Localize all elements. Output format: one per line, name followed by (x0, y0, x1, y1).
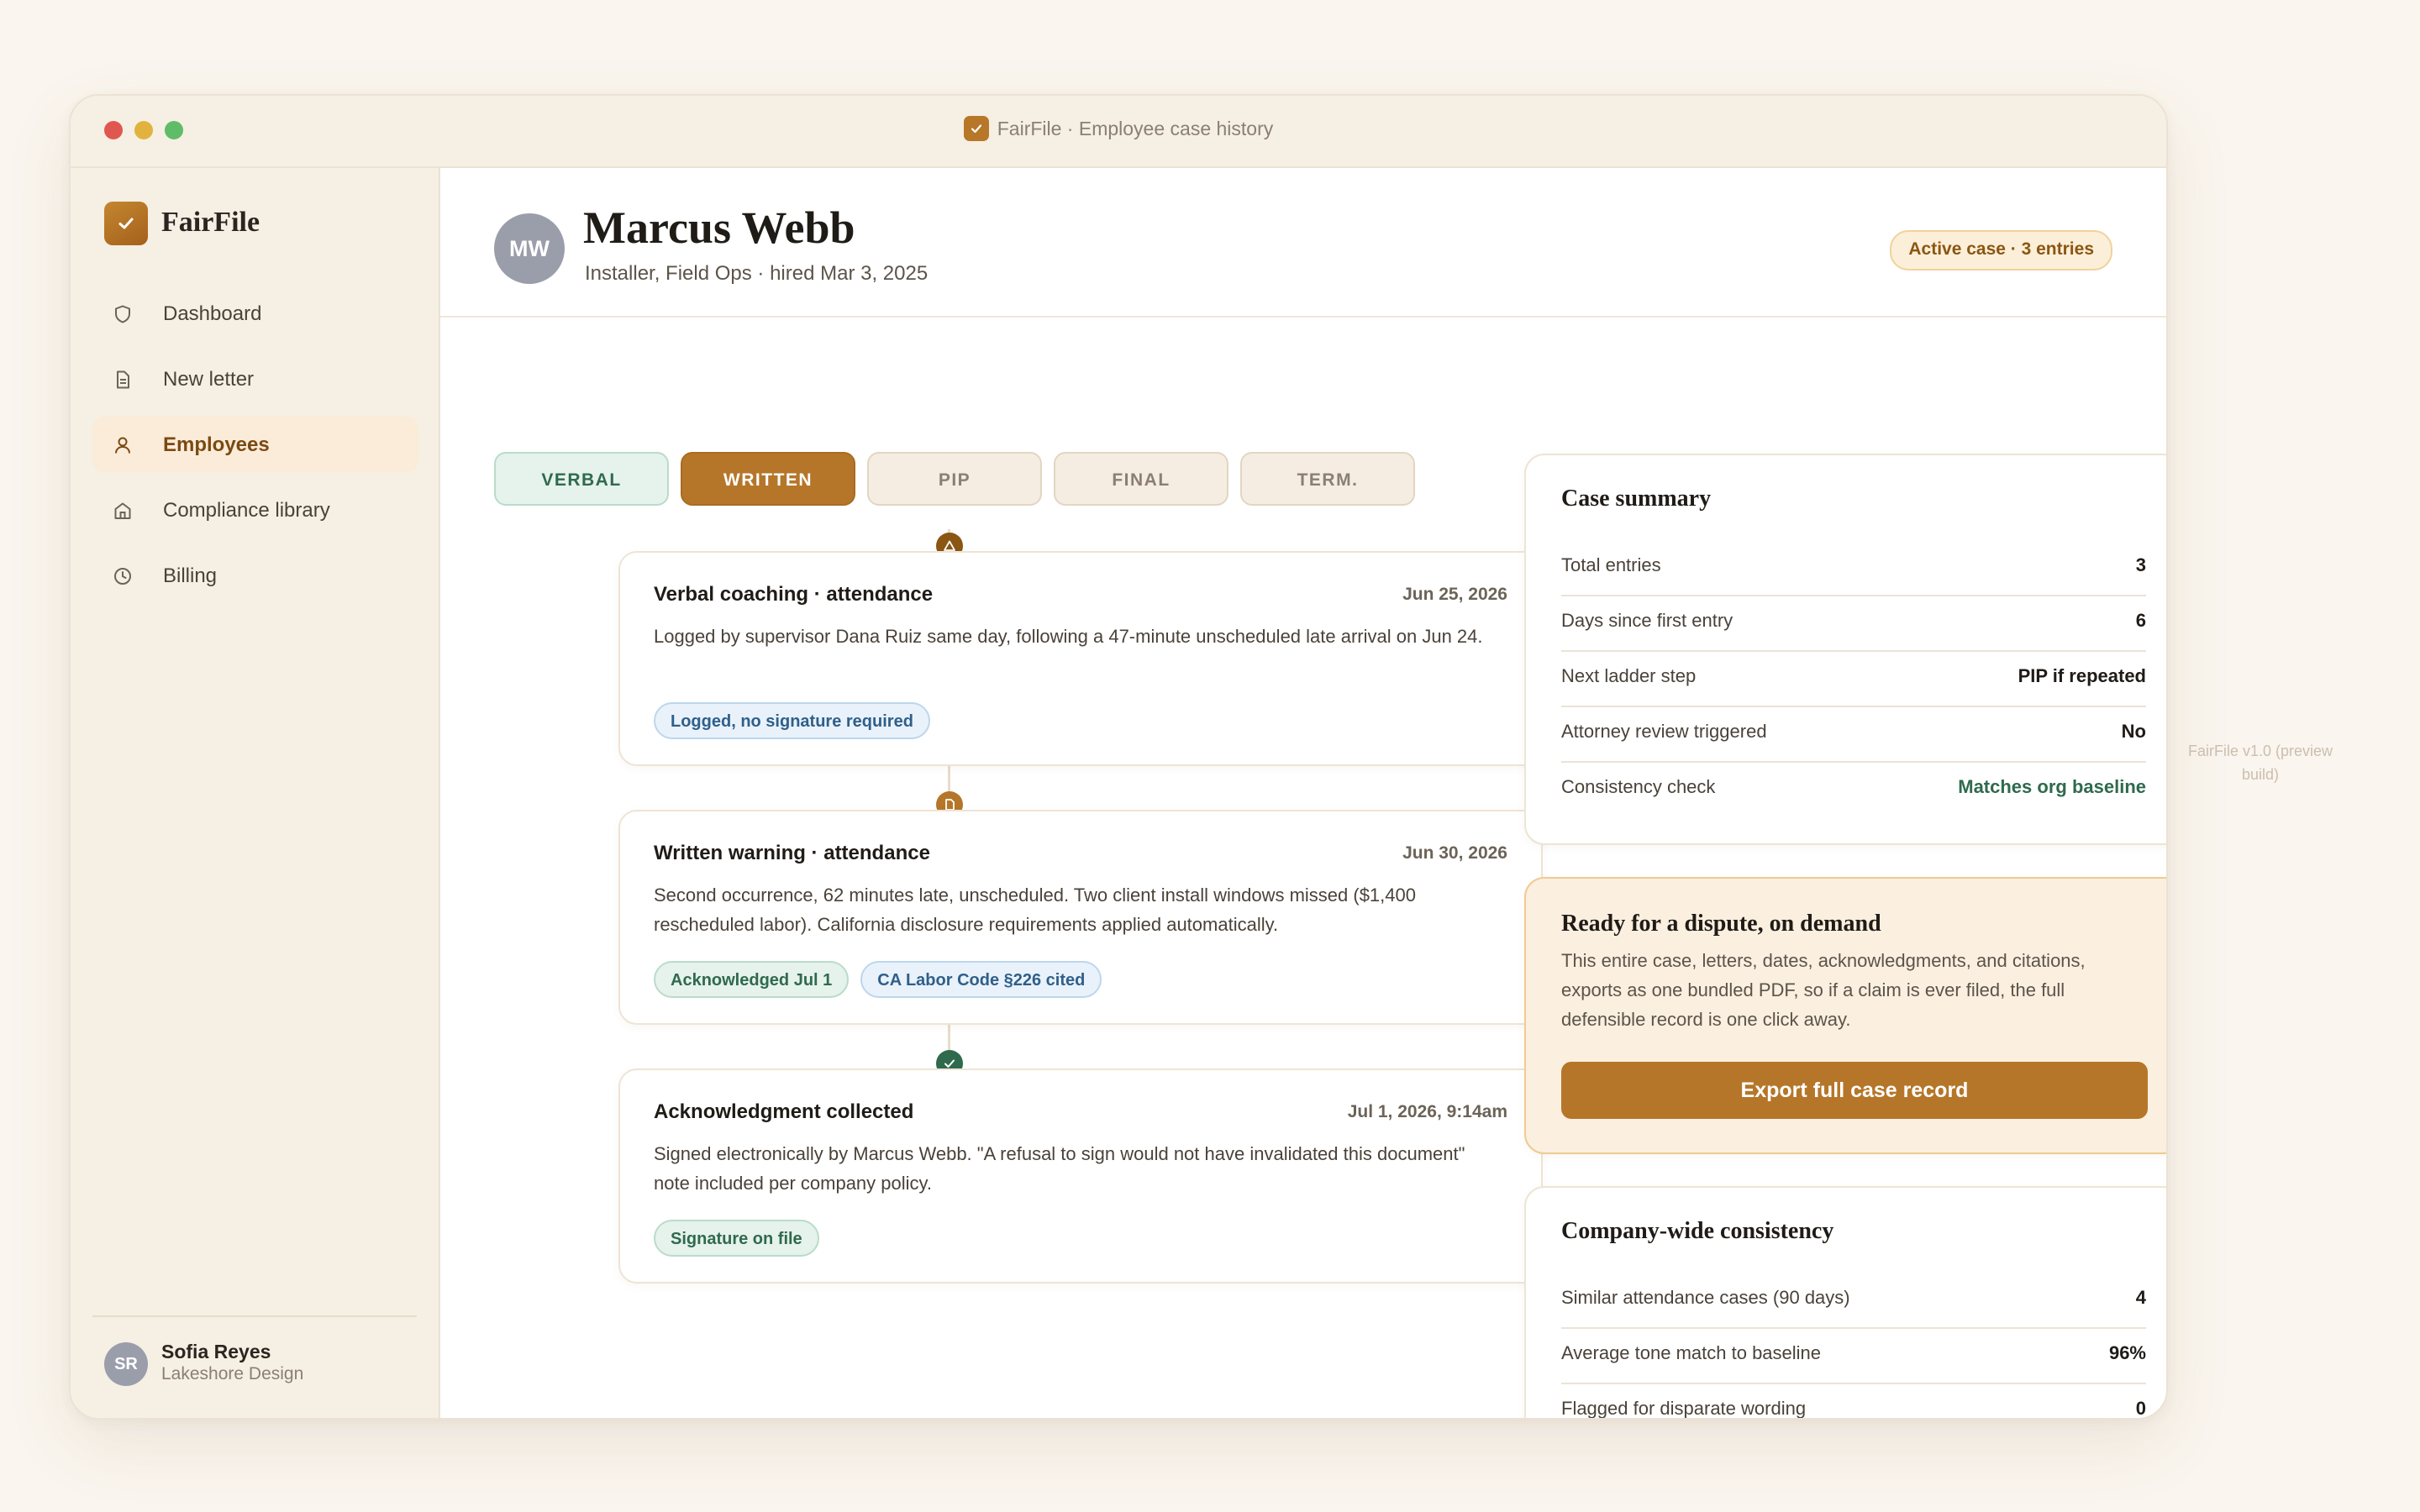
page-title: Marcus Webb (583, 202, 855, 253)
entry-description: Logged by supervisor Dana Ruiz same day,… (654, 626, 1483, 647)
consistency-rows: Similar attendance cases (90 days) 4 Ave… (1561, 1273, 2146, 1419)
entry-tag: CA Labor Code §226 cited (860, 961, 1102, 998)
row-label: Attorney review triggered (1561, 721, 1767, 742)
row-label: Days since first entry (1561, 610, 1733, 631)
employee-header: MW Marcus Webb Installer, Field Ops · hi… (440, 168, 2166, 318)
case-summary-panel: Case summary Total entries 3 Days since … (1524, 454, 2166, 845)
user-org: Lakeshore Design (161, 1364, 304, 1383)
app-window: FairFile · Employee case history FairFil… (69, 94, 2168, 1420)
sidebar-item-billing[interactable]: Billing (92, 548, 418, 603)
consistency-row: Average tone match to baseline 96% (1561, 1329, 2146, 1384)
entry-title: Verbal coaching · attendance (654, 583, 934, 606)
row-value: 96% (2108, 1342, 2146, 1363)
sidebar: FairFile Dashboard New letter Employees (71, 168, 440, 1418)
row-label: Total entries (1561, 554, 1661, 575)
summary-row: Total entries 3 (1561, 541, 2146, 596)
sidebar-nav: Dashboard New letter Employees Complianc… (92, 286, 418, 613)
window-title-text: FairFile · Employee case history (997, 118, 1274, 140)
sidebar-item-label: Billing (163, 564, 218, 587)
panel-title: Company-wide consistency (1561, 1218, 1834, 1244)
entry-tag: Acknowledged Jul 1 (654, 961, 850, 998)
row-value: No (2121, 721, 2146, 742)
summary-row: Next ladder step PIP if repeated (1561, 652, 2146, 707)
sidebar-item-label: Dashboard (163, 302, 262, 325)
consistency-row: Similar attendance cases (90 days) 4 (1561, 1273, 2146, 1329)
row-label: Next ladder step (1561, 665, 1697, 686)
ladder-step-verbal[interactable]: VERBAL (494, 452, 669, 506)
brand-name: FairFile (161, 207, 260, 238)
consistency-panel: Company-wide consistency Similar attenda… (1524, 1186, 2166, 1419)
current-user[interactable]: SR Sofia Reyes Lakeshore Design (104, 1339, 407, 1386)
timeline-entry[interactable]: Verbal coaching · attendance Jun 25, 202… (618, 551, 1543, 766)
ladder-step-final[interactable]: FINAL (1054, 452, 1228, 506)
summary-row: Attorney review triggered No (1561, 707, 2146, 763)
row-value: 3 (2135, 554, 2146, 575)
row-value: 0 (2135, 1398, 2146, 1419)
library-icon (113, 501, 133, 521)
document-icon (113, 370, 133, 390)
sidebar-item-label: New letter (163, 368, 255, 391)
entry-description: Second occurrence, 62 minutes late, unsc… (654, 885, 1416, 935)
sidebar-item-label: Employees (163, 433, 270, 456)
app-logo-icon (963, 116, 989, 141)
panel-title: Case summary (1561, 486, 1712, 512)
person-icon (113, 435, 133, 455)
entry-tags: Acknowledged Jul 1 CA Labor Code §226 cit… (654, 961, 1113, 998)
sidebar-item-employees[interactable]: Employees (92, 417, 418, 472)
sidebar-item-dashboard[interactable]: Dashboard (92, 286, 418, 341)
sidebar-divider (92, 1315, 417, 1317)
consistency-row: Flagged for disparate wording 0 (1561, 1384, 2146, 1419)
title-bar: FairFile · Employee case history (71, 96, 2166, 168)
status-badge: Active case · 3 entries (1890, 230, 2112, 270)
summary-row: Days since first entry 6 (1561, 596, 2146, 652)
avatar: SR (104, 1342, 148, 1386)
sidebar-item-new-letter[interactable]: New letter (92, 351, 418, 407)
row-label: Flagged for disparate wording (1561, 1398, 1807, 1419)
sidebar-item-label: Compliance library (163, 499, 330, 522)
shield-icon (113, 304, 133, 324)
version-note: FairFile v1.0 (preview build) (2187, 743, 2333, 783)
entry-tags: Logged, no signature required (654, 702, 942, 739)
main-content: MW Marcus Webb Installer, Field Ops · hi… (440, 168, 2166, 1418)
entry-title: Acknowledgment collected (654, 1100, 914, 1123)
employee-subtitle: Installer, Field Ops · hired Mar 3, 2025 (585, 262, 929, 285)
row-value: 6 (2135, 610, 2146, 631)
timeline-entry[interactable]: Acknowledgment collected Jul 1, 2026, 9:… (618, 1068, 1543, 1284)
user-name: Sofia Reyes (161, 1341, 271, 1362)
avatar: MW (494, 213, 565, 284)
clock-icon (113, 566, 133, 586)
entry-date: Jul 1, 2026, 9:14am (1347, 1102, 1507, 1121)
panel-title: Ready for a dispute, on demand (1561, 911, 1881, 937)
entry-date: Jun 25, 2026 (1402, 585, 1507, 604)
ladder-step-written[interactable]: WRITTEN (681, 452, 855, 506)
dispute-panel: Ready for a dispute, on demand This enti… (1524, 877, 2166, 1154)
entry-description: Signed electronically by Marcus Webb. "A… (654, 1143, 1465, 1194)
ladder-step-pip[interactable]: PIP (867, 452, 1042, 506)
row-label: Average tone match to baseline (1561, 1342, 1822, 1363)
timeline-entry[interactable]: Written warning · attendance Jun 30, 202… (618, 810, 1543, 1025)
entry-title: Written warning · attendance (654, 842, 930, 864)
row-label: Similar attendance cases (90 days) (1561, 1287, 1850, 1308)
dispute-description: This entire case, letters, dates, acknow… (1561, 950, 2086, 1030)
summary-row: Consistency check Matches org baseline (1561, 763, 2146, 816)
row-label: Consistency check (1561, 776, 1716, 797)
brand-logo-icon (104, 202, 148, 245)
entry-date: Jun 30, 2026 (1402, 843, 1507, 863)
sidebar-item-compliance-library[interactable]: Compliance library (92, 482, 418, 538)
entry-tag: Signature on file (654, 1220, 819, 1257)
row-value: PIP if repeated (2018, 665, 2146, 686)
window-title: FairFile · Employee case history (71, 116, 2166, 143)
entry-tag: Logged, no signature required (654, 702, 930, 739)
summary-rows: Total entries 3 Days since first entry 6… (1561, 541, 2146, 816)
export-case-record-button[interactable]: Export full case record (1561, 1062, 2148, 1119)
ladder-step-termination[interactable]: TERM. (1240, 452, 1415, 506)
row-value: Matches org baseline (1958, 776, 2146, 797)
row-value: 4 (2135, 1287, 2146, 1308)
entry-tags: Signature on file (654, 1220, 831, 1257)
